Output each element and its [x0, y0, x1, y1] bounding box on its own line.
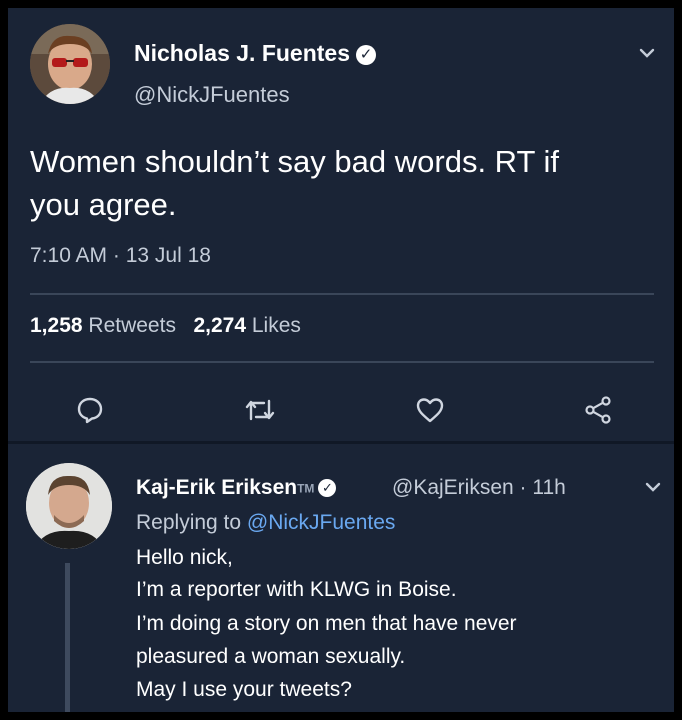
reply-avatar[interactable] [26, 463, 112, 549]
reply-bubble-icon [77, 397, 103, 424]
retweets-stat[interactable]: 1,258 Retweets [30, 314, 176, 337]
share-icon [585, 396, 611, 424]
verified-badge-icon: ✓ [356, 44, 377, 65]
like-button[interactable] [410, 390, 450, 430]
reply-text-line: Hello nick, [136, 546, 233, 569]
tweet-text-line: you agree. [30, 187, 177, 222]
divider [30, 361, 654, 363]
share-button[interactable] [578, 390, 618, 430]
reply-author-name-text[interactable]: Kaj-Erik Eriksen [136, 476, 297, 499]
retweets-count: 1,258 [30, 314, 83, 337]
reply-age: · 11h [519, 476, 566, 499]
chevron-down-icon[interactable] [636, 42, 658, 64]
verified-badge-icon: ✓ [318, 479, 337, 498]
reply-handle-text[interactable]: @KajEriksen [392, 476, 514, 499]
reply-text-line: I’m a reporter with KLWG in Boise. [136, 578, 457, 601]
author-name[interactable]: Nicholas J. Fuentes ✓ [134, 40, 377, 67]
tweet-stats: 1,258 Retweets 2,274 Likes [30, 314, 301, 338]
replying-mention-link[interactable]: @NickJFuentes [247, 511, 396, 534]
replying-to: Replying to @NickJFuentes [136, 511, 395, 535]
reply-avatar-photo [26, 463, 112, 549]
likes-label: Likes [251, 314, 301, 337]
reply-text-line: May I use your tweets? [136, 678, 352, 701]
tweet-timestamp[interactable]: 7:10 AM · 13 Jul 18 [30, 244, 211, 268]
heart-icon [416, 398, 444, 423]
reply-author-handle[interactable]: @KajEriksen · 11h [392, 476, 566, 500]
author-handle[interactable]: @NickJFuentes [134, 82, 290, 108]
reply-author-name[interactable]: Kaj-Erik EriksenTM ✓ [136, 476, 337, 500]
avatar[interactable] [30, 24, 110, 104]
tweet-text-line: Women shouldn’t say bad words. RT if [30, 144, 559, 179]
retweet-icon [245, 399, 275, 421]
reply-text-line: I’m doing a story on men that have never [136, 612, 517, 635]
trademark-label: TM [297, 481, 315, 496]
retweet-button[interactable] [240, 390, 280, 430]
reply-text-line: pleasured a woman sexually. [136, 645, 406, 668]
retweets-label: Retweets [88, 314, 176, 337]
screenshot-frame: Nicholas J. Fuentes ✓ @NickJFuentes Women… [0, 0, 682, 720]
likes-count: 2,274 [193, 314, 247, 337]
thread-line [65, 563, 70, 712]
likes-stat[interactable]: 2,274 Likes [193, 314, 300, 337]
reply-button[interactable] [70, 390, 110, 430]
divider [30, 293, 654, 295]
replying-prefix: Replying to [136, 511, 242, 534]
main-tweet[interactable]: Nicholas J. Fuentes ✓ @NickJFuentes Women… [8, 8, 674, 440]
chevron-down-icon[interactable] [642, 476, 664, 498]
avatar-photo [30, 24, 110, 104]
tweet-text: Women shouldn’t say bad words. RT if you… [30, 140, 655, 226]
author-name-text[interactable]: Nicholas J. Fuentes [134, 40, 350, 66]
